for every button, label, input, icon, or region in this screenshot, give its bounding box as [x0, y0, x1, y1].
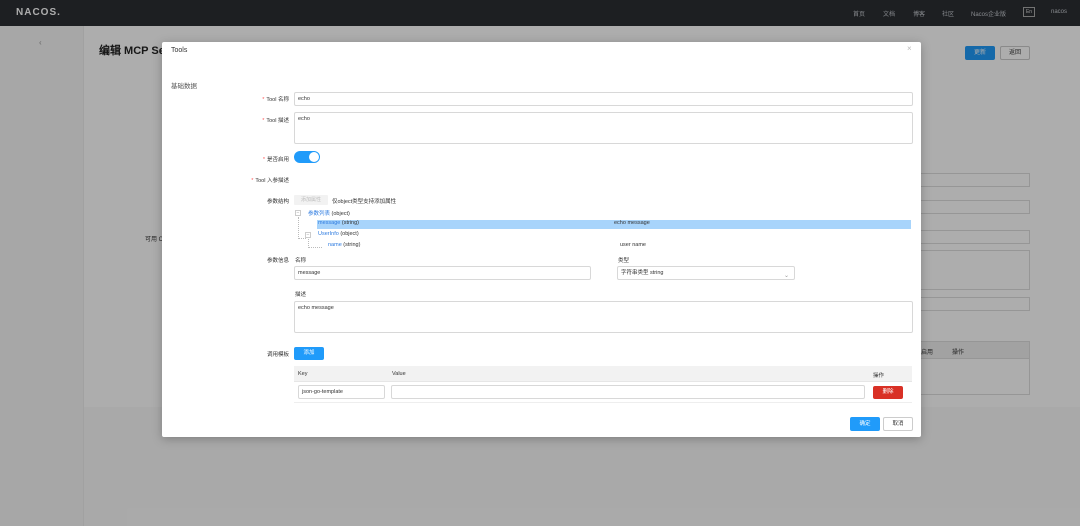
col-key: Key [298, 371, 308, 377]
section-title: 基础数据 [171, 83, 197, 90]
tool-desc-label: * Tool 描述 [162, 116, 289, 124]
template-key-input[interactable]: json-go-template [298, 385, 385, 399]
template-table-header: Key Value 操作 [294, 366, 912, 382]
tree-guide [308, 247, 322, 248]
tree-node-name: message [318, 220, 341, 226]
required-mark: * [251, 178, 254, 184]
enabled-switch[interactable] [294, 151, 320, 163]
switch-knob [309, 152, 319, 162]
tree-node-message[interactable]: message (string) [318, 220, 359, 226]
param-structure-label: 参数结构 [266, 199, 289, 205]
tool-name-label: * Tool 名称 [162, 95, 289, 103]
tree-node-name-field[interactable]: name (string) [328, 242, 360, 248]
dialog-title: Tools [171, 47, 188, 54]
tree-guide [298, 238, 306, 239]
tool-desc-textarea[interactable]: echo [294, 112, 913, 144]
tree-node-type: (string) [343, 242, 361, 248]
tree-node-desc: user name [620, 242, 646, 248]
param-desc-textarea[interactable]: echo message [294, 301, 913, 333]
tree-collapse-toggle[interactable]: − [295, 210, 301, 216]
tree-collapse-toggle[interactable]: − [305, 232, 311, 238]
col-value: Value [392, 371, 406, 377]
input-schema-label: * Tool 入参描述 [162, 176, 289, 184]
add-property-button[interactable]: 添加属性 [294, 195, 328, 205]
tree-node-type: (object) [340, 231, 359, 237]
param-type-label: 类型 [618, 258, 630, 264]
template-label: 调用模板 [266, 352, 289, 358]
template-value-input[interactable] [391, 385, 865, 399]
add-template-button[interactable]: 添加 [294, 347, 324, 360]
tree-guide [298, 217, 299, 239]
tree-node-name: name [328, 242, 342, 248]
param-name-label: 名称 [295, 258, 307, 264]
param-desc-label: 描述 [295, 292, 307, 298]
param-type-select[interactable]: 字符串类型 string ⌄ [617, 266, 795, 280]
cancel-button[interactable]: 取消 [883, 417, 913, 431]
enabled-label-text: 是否启用 [266, 157, 289, 163]
tree-node-name: UserInfo [318, 231, 339, 237]
param-name-input[interactable]: message [294, 266, 591, 280]
input-schema-label-text: Tool 入参描述 [255, 178, 289, 184]
tree-node-desc: echo message [614, 220, 650, 226]
tool-name-label-text: Tool 名称 [266, 97, 289, 103]
confirm-button[interactable]: 确定 [850, 417, 880, 431]
tree-node-root[interactable]: 参数列表 (object) [308, 209, 350, 217]
required-mark: * [262, 97, 265, 103]
tools-dialog: Tools × 基础数据 * Tool 名称 echo * Tool 描述 echo… [162, 42, 921, 437]
chevron-down-icon: ⌄ [783, 273, 789, 279]
col-op: 操作 [873, 373, 885, 379]
required-mark: * [262, 118, 265, 124]
tree-node-userinfo[interactable]: UserInfo (object) [318, 231, 359, 237]
param-type-value: 字符串类型 string [621, 270, 664, 276]
delete-template-button[interactable]: 删除 [873, 386, 903, 399]
enabled-label: * 是否启用 [162, 155, 289, 163]
add-property-hint: 仅object类型支持添加属性 [332, 199, 397, 205]
tree-node-name: 参数列表 [308, 211, 331, 217]
close-icon[interactable]: × [907, 44, 912, 53]
tool-desc-label-text: Tool 描述 [266, 118, 289, 124]
tree-node-type: (object) [331, 211, 350, 217]
tool-name-input[interactable]: echo [294, 92, 913, 106]
tree-node-type: (string) [341, 220, 359, 226]
param-info-label: 参数信息 [266, 258, 289, 264]
required-mark: * [262, 157, 265, 163]
